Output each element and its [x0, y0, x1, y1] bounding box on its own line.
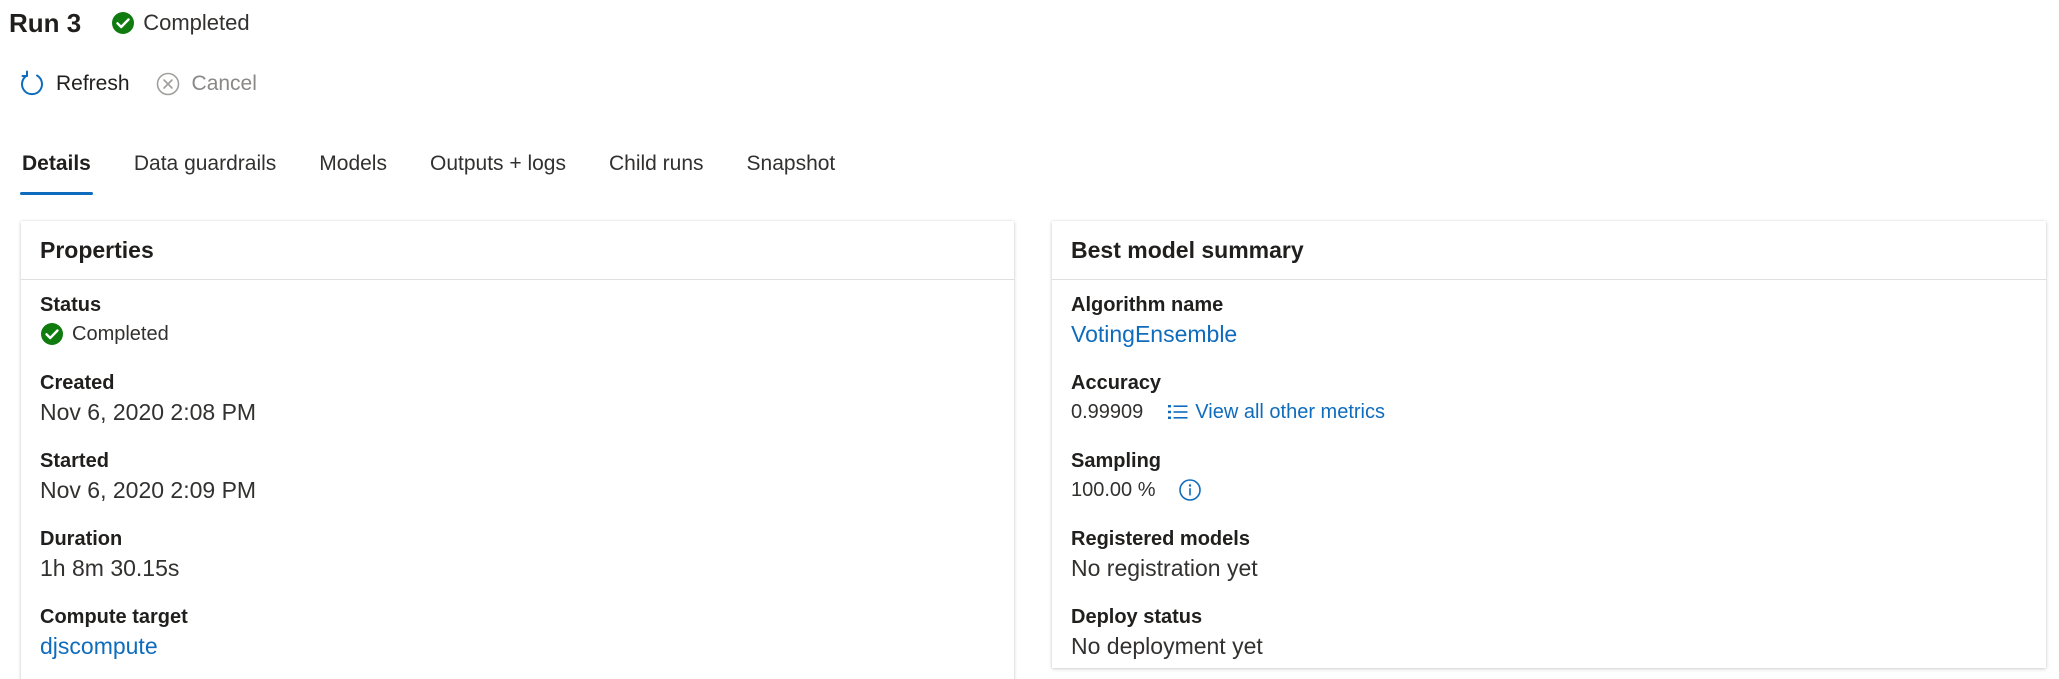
view-all-metrics-link[interactable]: View all other metrics	[1167, 396, 1385, 428]
duration-field: Duration 1h 8m 30.15s	[40, 526, 995, 584]
properties-header: Properties	[21, 221, 1014, 280]
compute-target-field: Compute target djscompute	[40, 604, 995, 662]
accuracy-label: Accuracy	[1071, 372, 1162, 394]
duration-value: 1h 8m 30.15s	[40, 555, 180, 581]
compute-target-label: Compute target	[40, 606, 188, 628]
created-label: Created	[40, 372, 115, 394]
best-model-title: Best model summary	[1071, 236, 1304, 263]
best-model-body: Algorithm name VotingEnsemble Accuracy 0…	[1052, 280, 2046, 662]
cancel-label: Cancel	[191, 72, 257, 95]
check-circle-icon	[41, 323, 63, 345]
properties-body: Status Completed Created Nov 6, 2020 2:0…	[21, 280, 1014, 662]
tab-data-guardrails[interactable]: Data guardrails	[134, 148, 276, 196]
compute-target-value: djscompute	[40, 630, 995, 662]
tab-snapshot[interactable]: Snapshot	[747, 148, 836, 196]
refresh-label: Refresh	[56, 72, 130, 95]
accuracy-value-row: 0.99909 View all other metrics	[1071, 396, 2027, 428]
algorithm-label: Algorithm name	[1071, 294, 1224, 316]
status-label: Status	[40, 294, 102, 316]
tab-models[interactable]: Models	[319, 148, 387, 196]
algorithm-value: VotingEnsemble	[1071, 318, 2027, 350]
tab-details[interactable]: Details	[20, 148, 93, 196]
cancel-circle-icon	[156, 72, 179, 96]
algorithm-field: Algorithm name VotingEnsemble	[1071, 292, 2027, 350]
properties-card: Properties Status Completed Created Nov …	[21, 221, 1014, 679]
created-value: Nov 6, 2020 2:08 PM	[40, 399, 257, 425]
run-details-page: Run 3 Completed Refresh Cancel Details D…	[0, 0, 2059, 679]
info-icon[interactable]	[1178, 478, 1202, 502]
status-value: Completed	[40, 318, 995, 350]
status-field: Status Completed	[40, 292, 995, 350]
run-status: Completed	[111, 10, 250, 36]
sampling-field: Sampling 100.00 %	[1071, 448, 2027, 506]
started-value: Nov 6, 2020 2:09 PM	[40, 477, 257, 503]
sampling-label: Sampling	[1071, 450, 1162, 472]
sampling-value-row: 100.00 %	[1071, 474, 2027, 506]
tab-child-runs[interactable]: Child runs	[609, 148, 704, 196]
best-model-card: Best model summary Algorithm name Voting…	[1052, 221, 2046, 668]
tab-list: Details Data guardrails Models Outputs +…	[20, 148, 878, 196]
deploy-status-value: No deployment yet	[1071, 633, 1263, 659]
properties-title: Properties	[40, 236, 154, 263]
tab-outputs-logs[interactable]: Outputs + logs	[430, 148, 566, 196]
cancel-button[interactable]: Cancel	[154, 70, 257, 98]
duration-label: Duration	[40, 528, 123, 550]
status-value-text: Completed	[72, 322, 169, 345]
refresh-icon	[21, 70, 43, 96]
registered-models-value: No registration yet	[1071, 555, 1258, 581]
list-icon	[1168, 405, 1188, 419]
accuracy-field: Accuracy 0.99909 View all other metrics	[1071, 370, 2027, 428]
page-title: Run 3	[9, 7, 82, 38]
algorithm-link[interactable]: VotingEnsemble	[1071, 318, 1237, 350]
accuracy-value: 0.99909	[1071, 401, 1144, 423]
registered-models-label: Registered models	[1071, 528, 1250, 550]
best-model-header: Best model summary	[1052, 221, 2046, 280]
registered-models-field: Registered models No registration yet	[1071, 526, 2027, 584]
check-circle-icon	[112, 12, 135, 34]
status-text: Completed	[143, 10, 250, 35]
started-field: Started Nov 6, 2020 2:09 PM	[40, 448, 995, 506]
compute-target-link[interactable]: djscompute	[40, 630, 158, 662]
created-field: Created Nov 6, 2020 2:08 PM	[40, 370, 995, 428]
deploy-status-label: Deploy status	[1071, 606, 1203, 628]
refresh-button[interactable]: Refresh	[18, 70, 130, 98]
deploy-status-field: Deploy status No deployment yet	[1071, 604, 2027, 662]
run-header: Run 3 Completed	[9, 6, 250, 40]
started-label: Started	[40, 450, 109, 472]
command-bar: Refresh Cancel	[18, 66, 281, 102]
view-all-metrics-label: View all other metrics	[1195, 401, 1385, 423]
sampling-value: 100.00 %	[1071, 479, 1156, 501]
